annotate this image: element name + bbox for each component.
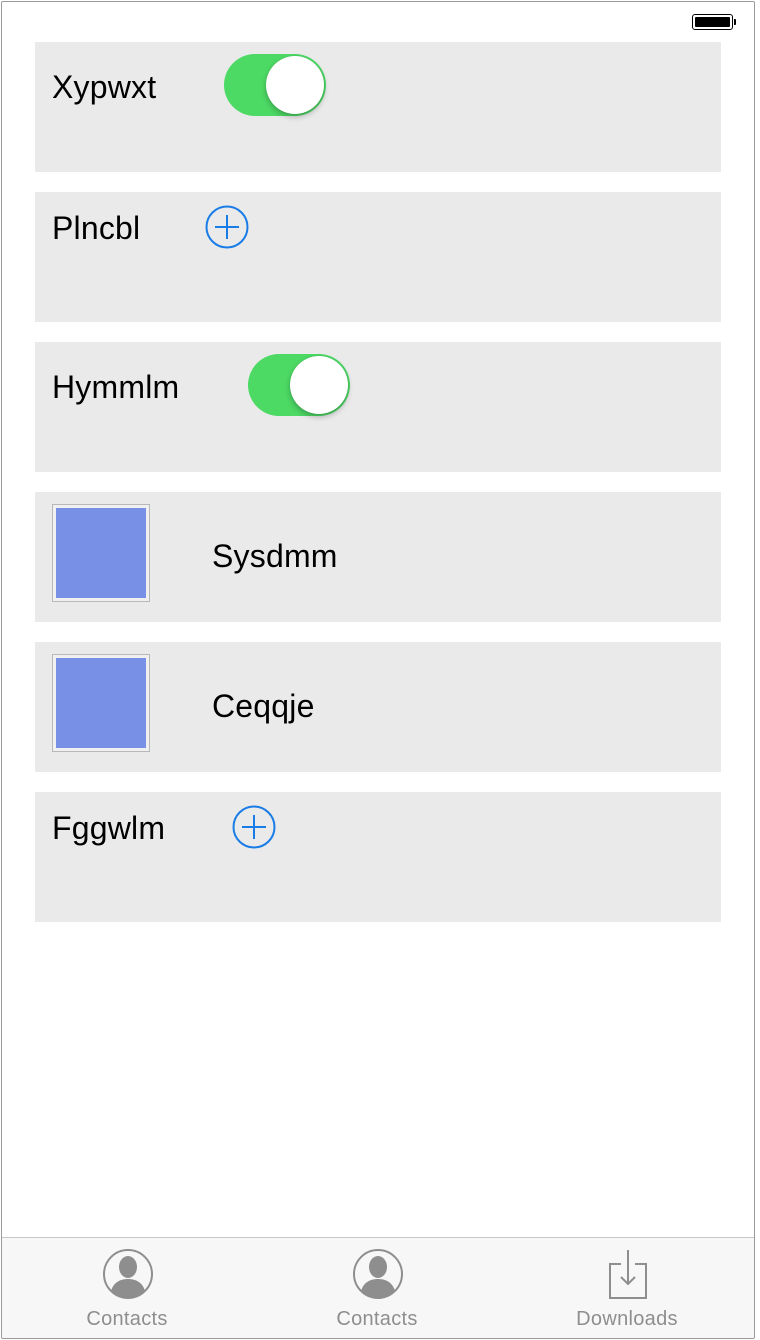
add-circle-icon <box>232 805 276 849</box>
row-label: Ceqqje <box>212 688 315 724</box>
list-row-hymmlm: Hymmlm <box>35 342 721 472</box>
row-label: Fggwlm <box>52 810 166 846</box>
download-icon <box>609 1250 647 1299</box>
list-row-plncbl: Plncbl <box>35 192 721 322</box>
add-button[interactable] <box>205 205 249 249</box>
list-row-fggwlm: Fggwlm <box>35 792 721 922</box>
toggle-switch[interactable] <box>248 354 350 416</box>
tab-contacts-1[interactable]: Contacts <box>2 1238 252 1338</box>
row-label: Plncbl <box>52 210 141 246</box>
tab-label: Contacts <box>86 1308 168 1330</box>
row-label: Xypwxt <box>52 69 157 105</box>
add-circle-icon <box>205 205 249 249</box>
list-row-xypwxt: Xypwxt <box>35 42 721 172</box>
list-row-sysdmm[interactable]: Sysdmm <box>35 492 721 622</box>
tab-downloads[interactable]: Downloads <box>502 1238 752 1338</box>
thumbnail-image <box>52 654 150 752</box>
status-bar <box>2 2 754 42</box>
contact-icon <box>353 1249 403 1299</box>
tab-contacts-2[interactable]: Contacts <box>252 1238 502 1338</box>
app-screen: Xypwxt Plncbl Hymmlm Sysdmm Ceqqje Fggwl… <box>1 1 755 1339</box>
toggle-knob <box>290 356 348 414</box>
contact-icon <box>103 1249 153 1299</box>
thumbnail-image <box>52 504 150 602</box>
add-button[interactable] <box>232 805 276 849</box>
row-label: Hymmlm <box>52 369 180 405</box>
tab-bar: Contacts Contacts Downloads <box>2 1237 754 1338</box>
row-label: Sysdmm <box>212 538 338 574</box>
tab-label: Downloads <box>576 1308 678 1330</box>
toggle-switch[interactable] <box>224 54 326 116</box>
battery-full-icon <box>692 14 736 32</box>
list-row-ceqqje[interactable]: Ceqqje <box>35 642 721 772</box>
tab-label: Contacts <box>336 1308 418 1330</box>
toggle-knob <box>266 56 324 114</box>
